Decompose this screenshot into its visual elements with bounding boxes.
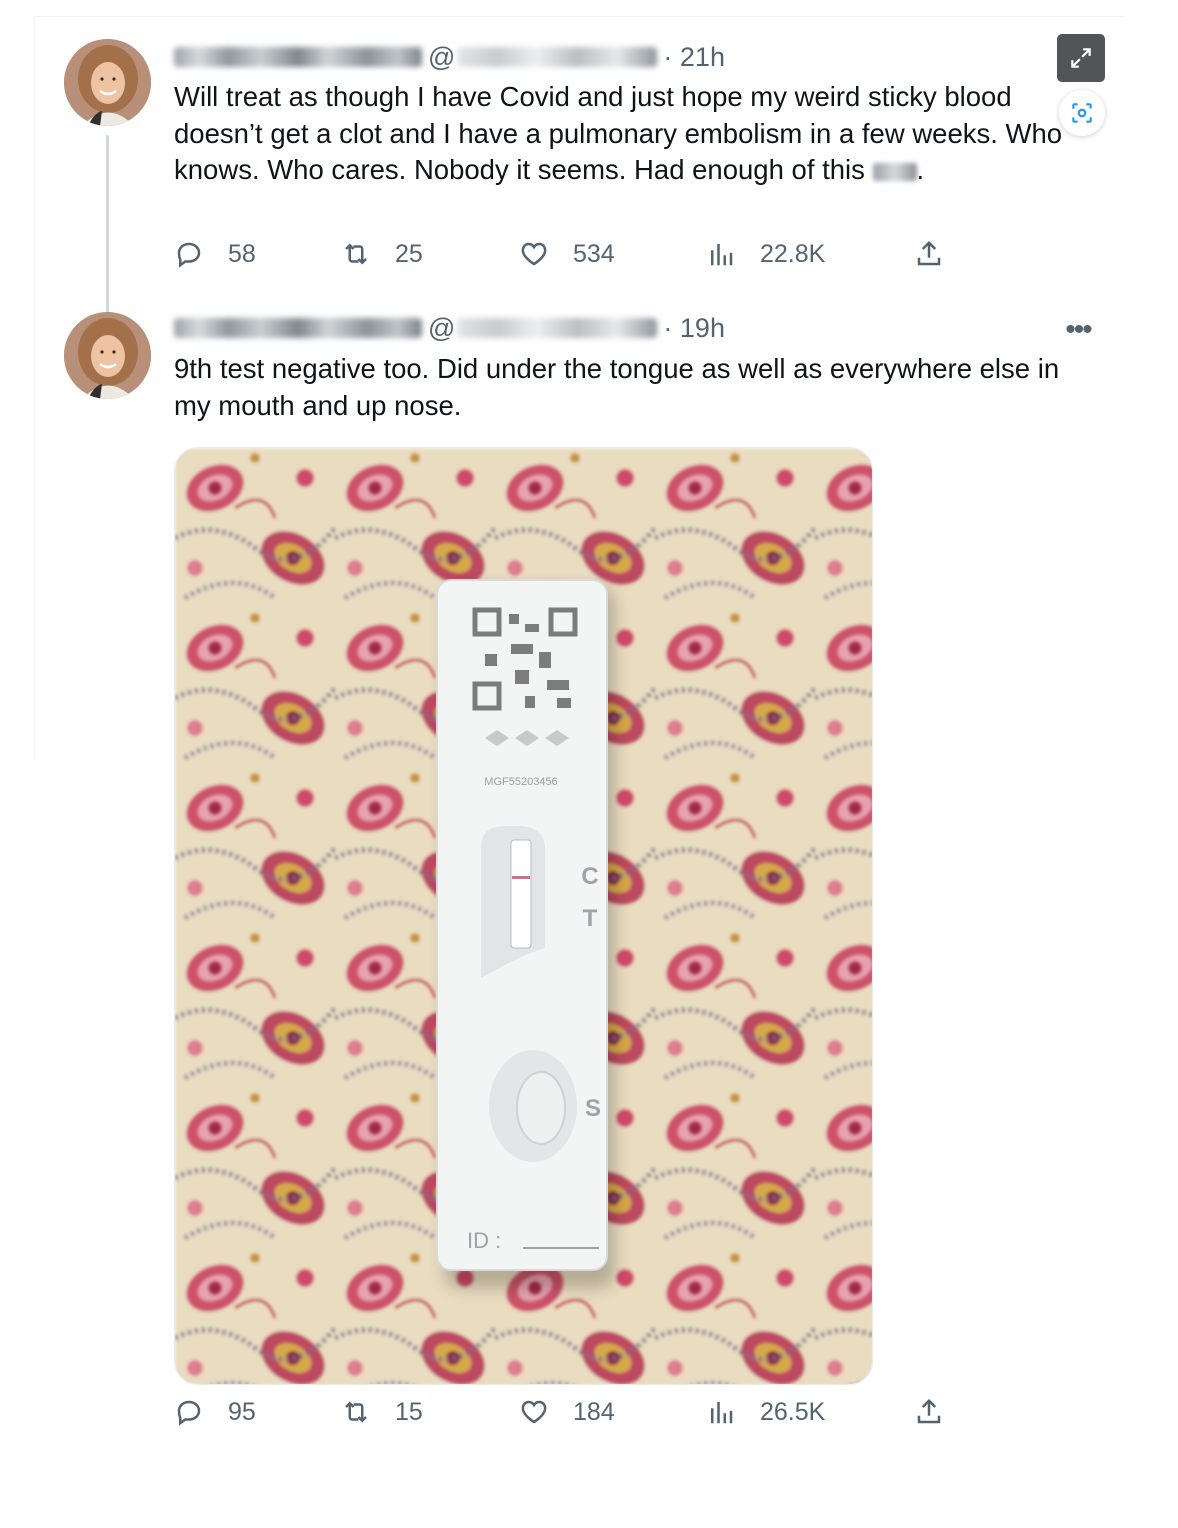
like-icon bbox=[521, 1400, 547, 1424]
reply-count: 95 bbox=[228, 1397, 256, 1426]
avatar-photo bbox=[64, 312, 151, 399]
avatar[interactable] bbox=[64, 312, 151, 399]
timestamp[interactable]: · 19h bbox=[663, 313, 725, 344]
arrow-marks bbox=[485, 730, 569, 746]
like-button[interactable]: 184 bbox=[519, 1392, 615, 1432]
views-icon bbox=[711, 1402, 733, 1424]
repost-button[interactable]: 15 bbox=[341, 1392, 423, 1432]
redacted-handle[interactable] bbox=[457, 318, 658, 338]
control-line-label: C bbox=[581, 863, 598, 890]
tweet-actions: 95 15 184 26.5K bbox=[174, 1392, 974, 1432]
handle-prefix[interactable]: @ bbox=[428, 313, 455, 344]
tweet-header: @ · 19h bbox=[174, 308, 725, 348]
more-icon: ••• bbox=[1065, 313, 1092, 346]
like-count: 184 bbox=[573, 1397, 615, 1426]
sample-well-label: S bbox=[585, 1095, 601, 1122]
test-line-label: T bbox=[583, 905, 598, 932]
reply-icon bbox=[177, 1400, 201, 1426]
covid-test-photo: MGF55203456 C T S ID : bbox=[175, 448, 872, 1384]
redacted-display-name[interactable] bbox=[174, 318, 422, 338]
repost-count: 15 bbox=[395, 1397, 423, 1426]
views-count: 26.5K bbox=[760, 1397, 826, 1426]
serial-number: MGF55203456 bbox=[484, 776, 557, 788]
tweet-photo[interactable]: MGF55203456 C T S ID : bbox=[174, 447, 873, 1385]
share-icon bbox=[917, 1398, 941, 1424]
tweet[interactable]: @ · 19h ••• 9th test negative too. Did u… bbox=[34, 0, 1124, 1528]
repost-icon bbox=[345, 1401, 367, 1423]
qr-code bbox=[472, 607, 578, 714]
reply-button[interactable]: 95 bbox=[174, 1392, 256, 1432]
more-options-button[interactable]: ••• bbox=[1058, 310, 1098, 350]
id-label: ID : bbox=[467, 1228, 501, 1253]
tweet-text: 9th test negative too. Did under the ton… bbox=[174, 353, 1060, 421]
share-button[interactable] bbox=[914, 1392, 968, 1432]
views-button[interactable]: 26.5K bbox=[706, 1392, 825, 1432]
